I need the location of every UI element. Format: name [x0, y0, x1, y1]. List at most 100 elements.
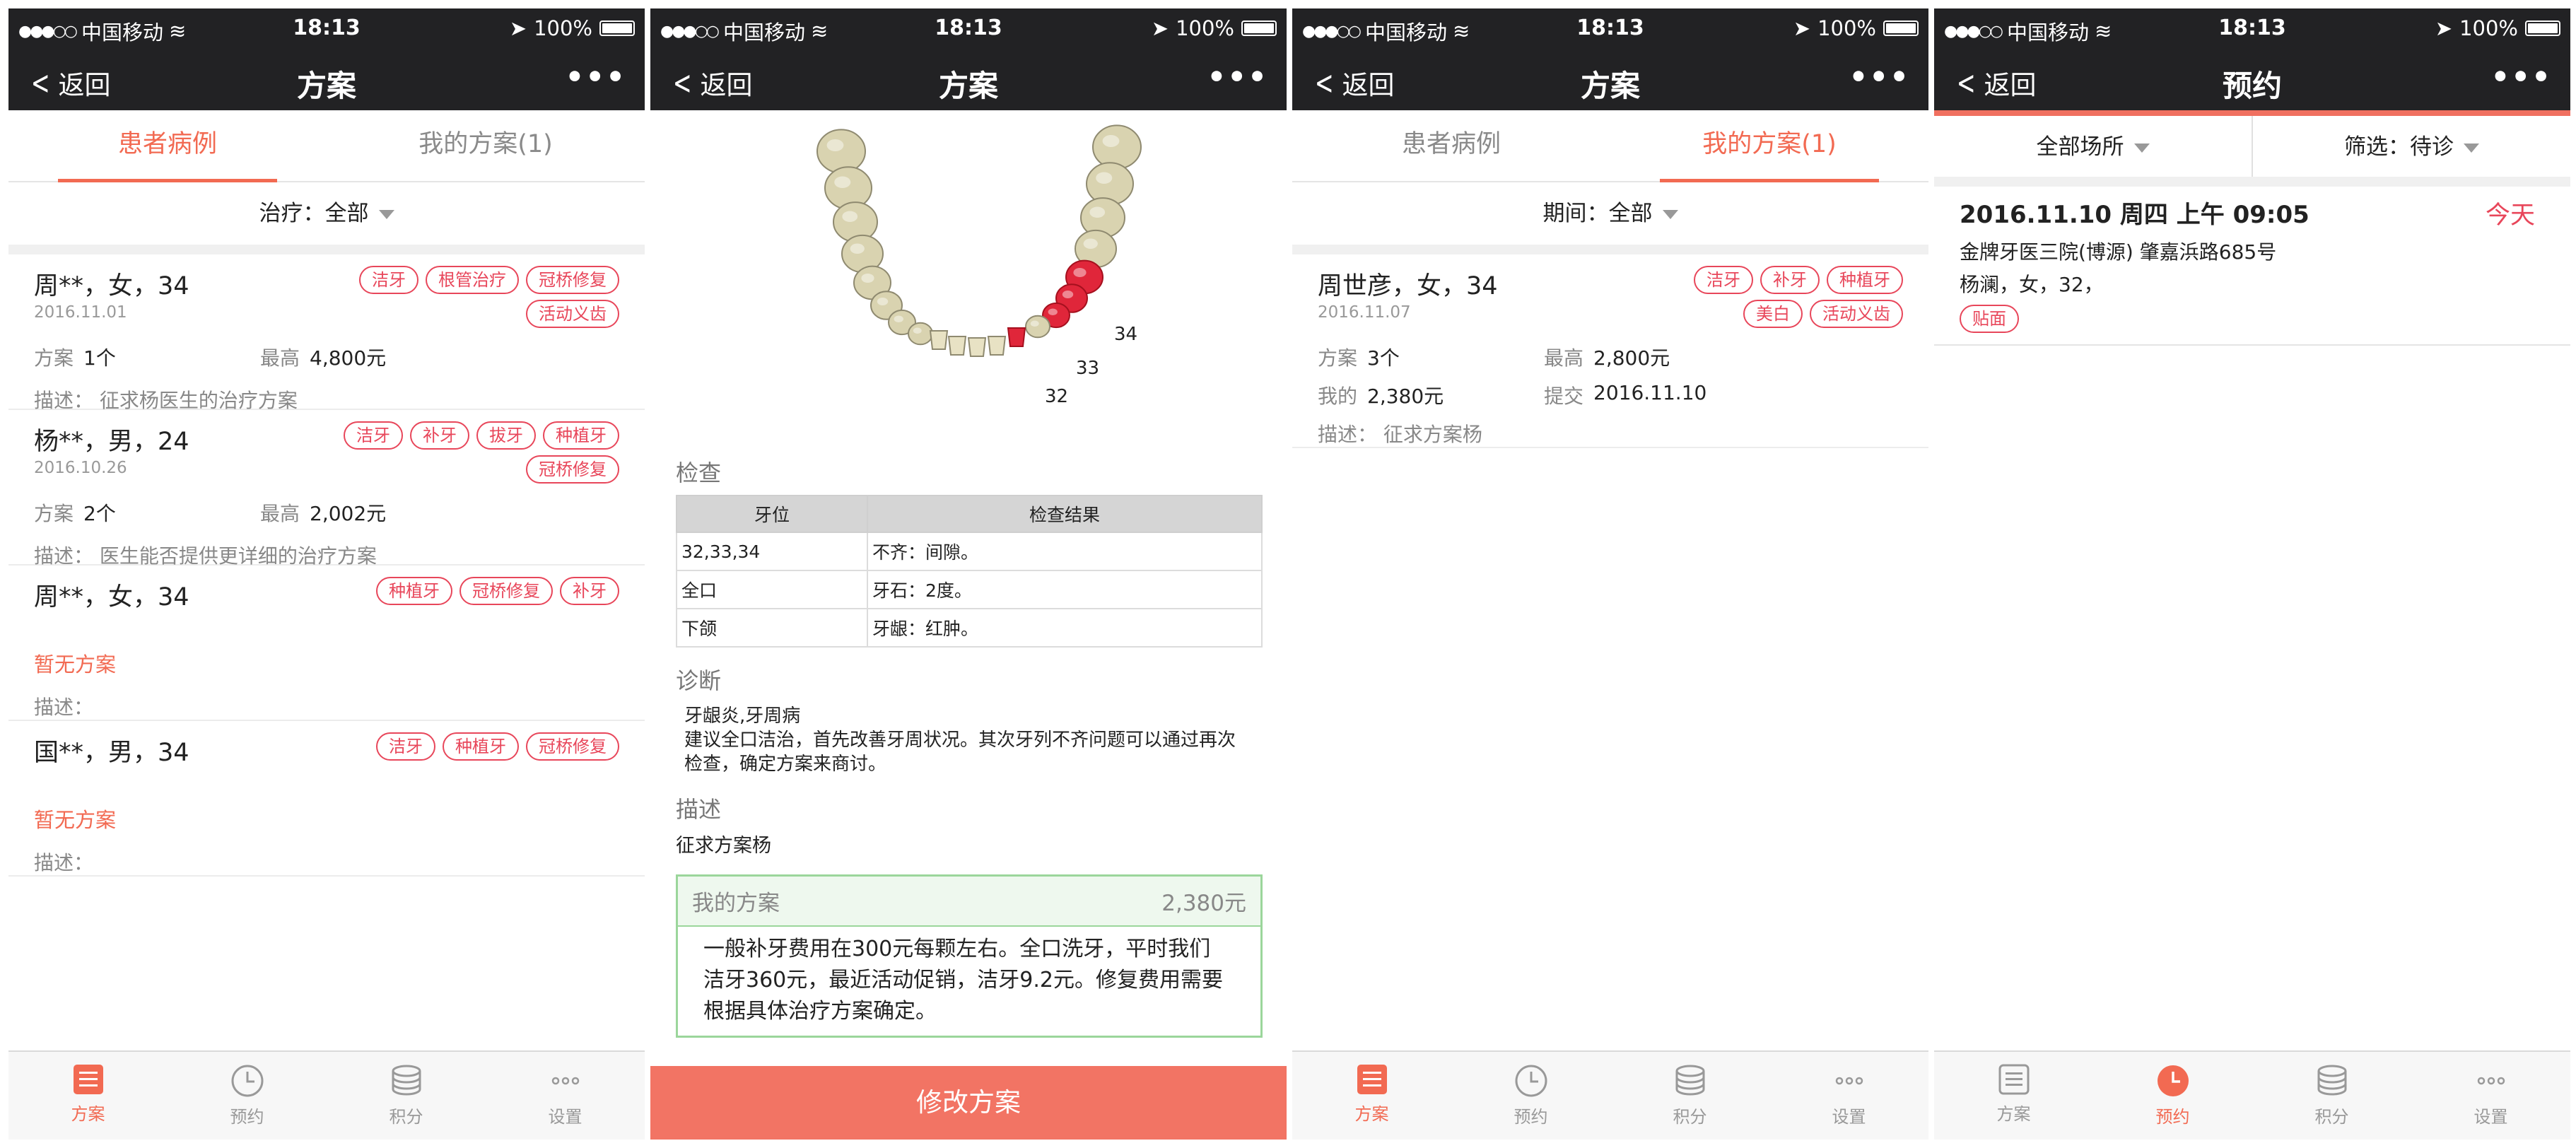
caret-down-icon	[378, 210, 394, 219]
treatment-tag: 洁牙	[359, 266, 418, 294]
status-filter[interactable]: 筛选：待诊	[2252, 116, 2570, 177]
status-bar: ●●●○○ 中国移动 ≋ 18:13 ➤ 100%	[8, 8, 645, 48]
plan-list-icon	[73, 1065, 103, 1094]
case-description: 描述： 征求杨医生的治疗方案	[34, 389, 298, 412]
case-card[interactable]: 周**，女，34 2016.11.01 洁牙 根管治疗 冠桥修复 活动义齿 方案…	[8, 254, 645, 412]
case-description: 描述：	[34, 851, 94, 874]
bottom-tab-settings[interactable]: 设置	[2411, 1052, 2570, 1140]
table-cell: 下颌	[676, 608, 868, 648]
bottom-tab-settings[interactable]: 设置	[1769, 1052, 1928, 1140]
treatment-tag: 冠桥修复	[526, 266, 619, 294]
tooth[interactable]	[908, 322, 933, 346]
bottom-tab-plans[interactable]: 方案	[1292, 1052, 1451, 1140]
no-plan-label: 暂无方案	[34, 652, 117, 676]
appointment-item[interactable]: 2016.11.10 周四 上午 09:05 今天 金牌牙医三院(博源) 肇嘉浜…	[1934, 187, 2570, 346]
bottom-tab-appointments[interactable]: 预约	[2093, 1052, 2252, 1140]
table-row: 32,33,34 不齐：间隙。	[676, 532, 1263, 571]
status-bar: ●●●○○ 中国移动 ≋ 18:13 ➤ 100%	[1934, 8, 2570, 48]
location-icon: ➤	[509, 16, 527, 40]
treatment-tag: 美白	[1743, 300, 1803, 328]
dental-chart[interactable]: 34 33 32	[650, 110, 1287, 448]
bottom-tab-points[interactable]: 积分	[1610, 1052, 1769, 1140]
coins-icon	[392, 1065, 421, 1096]
plan-count: 2个	[83, 502, 116, 525]
treatment-tags: 洁牙 补牙 种植牙 美白 活动义齿	[1649, 266, 1903, 328]
navbar: < 返回 方案 •••	[650, 48, 1287, 110]
tab-patient-cases[interactable]: 患者病例	[8, 110, 327, 182]
treatment-tag: 种植牙	[443, 732, 519, 761]
bottom-tab-label: 方案	[71, 1104, 105, 1124]
period-filter[interactable]: 期间：全部	[1292, 182, 1928, 254]
tab-my-plans[interactable]: 我的方案(1)	[327, 110, 645, 181]
navbar: < 返回 预约 •••	[1934, 48, 2570, 116]
bottom-tab-settings[interactable]: 设置	[486, 1052, 645, 1140]
table-cell: 32,33,34	[676, 532, 868, 571]
tab-my-plans[interactable]: 我的方案(1)	[1610, 110, 1928, 182]
treatment-tag: 拔牙	[476, 421, 536, 450]
bottom-tab-appointments[interactable]: 预约	[168, 1052, 327, 1140]
plan-count-label: 方案	[34, 346, 74, 370]
tooth[interactable]	[1092, 124, 1142, 170]
more-dots-icon	[2477, 1077, 2505, 1085]
bottom-tab-appointments[interactable]: 预约	[1451, 1052, 1610, 1140]
more-button[interactable]: •••	[1849, 59, 1910, 94]
case-card[interactable]: 杨**，男，24 2016.10.26 洁牙 补牙 拔牙 种植牙 冠桥修复 方案…	[8, 410, 645, 568]
edit-plan-button[interactable]: 修改方案	[650, 1066, 1287, 1140]
filter-label: 治疗：全部	[259, 201, 369, 226]
tooth[interactable]	[967, 337, 987, 357]
bottom-tab-label: 预约	[2155, 1107, 2190, 1127]
tab-patient-cases[interactable]: 患者病例	[1292, 110, 1610, 181]
bottom-tab-label: 预约	[230, 1107, 264, 1127]
navbar: < 返回 方案 •••	[1292, 48, 1928, 110]
bottom-tab-label: 方案	[1354, 1104, 1389, 1124]
more-dots-icon	[1835, 1077, 1863, 1085]
diagnosis-line: 建议全口洁治，首先改善牙周状况。其次牙列不齐问题可以通过再次	[684, 730, 1236, 751]
tooth[interactable]	[947, 336, 967, 356]
bottom-tab-plans[interactable]: 方案	[8, 1052, 168, 1140]
treatment-filter[interactable]: 治疗：全部	[8, 182, 645, 254]
more-button[interactable]: •••	[1207, 59, 1268, 94]
more-button[interactable]: •••	[565, 59, 626, 94]
my-plan-line: 洁牙360元，最近活动促销，洁牙9.2元。修复费用需要	[703, 968, 1223, 992]
max-price: 2,800元	[1593, 346, 1670, 370]
my-plan-price: 2,380元	[1161, 891, 1246, 916]
tooth[interactable]	[816, 129, 866, 174]
treatment-tags: 洁牙 补牙 拔牙 种植牙 冠桥修复	[322, 421, 619, 484]
bottom-tab-points[interactable]: 积分	[327, 1052, 486, 1140]
selected-tooth[interactable]	[1007, 327, 1026, 347]
treatment-tag: 补牙	[560, 577, 619, 605]
treatment-tag: 根管治疗	[426, 266, 519, 294]
table-cell: 不齐：间隙。	[867, 532, 1263, 571]
max-price: 4,800元	[310, 346, 387, 370]
page-title: 方案	[296, 69, 356, 103]
bottom-tab-plans[interactable]: 方案	[1934, 1052, 2093, 1140]
bottom-tab-label: 积分	[389, 1107, 423, 1127]
tooth[interactable]	[929, 330, 949, 350]
case-card[interactable]: 国**，男，34 洁牙 种植牙 冠桥修复 暂无方案 描述：	[8, 721, 645, 877]
battery-icon	[599, 20, 635, 36]
tooth[interactable]	[1025, 315, 1050, 339]
appointment-time: 2016.11.10 周四 上午 09:05	[1960, 201, 2309, 229]
location-icon: ➤	[2435, 16, 2453, 40]
page-title: 方案	[938, 69, 998, 103]
plan-count: 1个	[83, 346, 116, 370]
more-button[interactable]: •••	[2490, 59, 2552, 94]
my-plan-line: 一般补牙费用在300元每颗左右。全口洗牙，平时我们	[703, 937, 1211, 961]
screen-patient-cases: ●●●○○ 中国移动 ≋ 18:13 ➤ 100% < 返回 方案 ••• 患者病例 我…	[8, 8, 645, 1140]
tooth[interactable]	[987, 336, 1007, 356]
filter-label: 期间：全部	[1542, 201, 1653, 226]
location-icon: ➤	[1151, 16, 1169, 40]
treatment-tag: 冠桥修复	[526, 455, 619, 484]
treatment-tag: 种植牙	[1827, 266, 1903, 294]
bottom-tab-points[interactable]: 积分	[2252, 1052, 2411, 1140]
case-description: 描述：	[34, 696, 94, 719]
submit-date: 2016.11.10	[1593, 381, 1707, 404]
case-card[interactable]: 周**，女，34 种植牙 冠桥修复 补牙 暂无方案 描述：	[8, 566, 645, 721]
bottom-tab-bar: 方案 预约 积分 设置	[1934, 1050, 2570, 1140]
location-filter[interactable]: 全部场所	[1934, 116, 2252, 177]
plan-card[interactable]: 周世彦，女，34 2016.11.07 洁牙 补牙 种植牙 美白 活动义齿 方案…	[1292, 254, 1928, 448]
treatment-tag: 冠桥修复	[526, 732, 619, 761]
patient-info: 杨澜，女，32，	[1960, 273, 2104, 296]
table-row: 全口 牙石：2度。	[676, 570, 1263, 609]
battery-icon	[2525, 20, 2560, 36]
